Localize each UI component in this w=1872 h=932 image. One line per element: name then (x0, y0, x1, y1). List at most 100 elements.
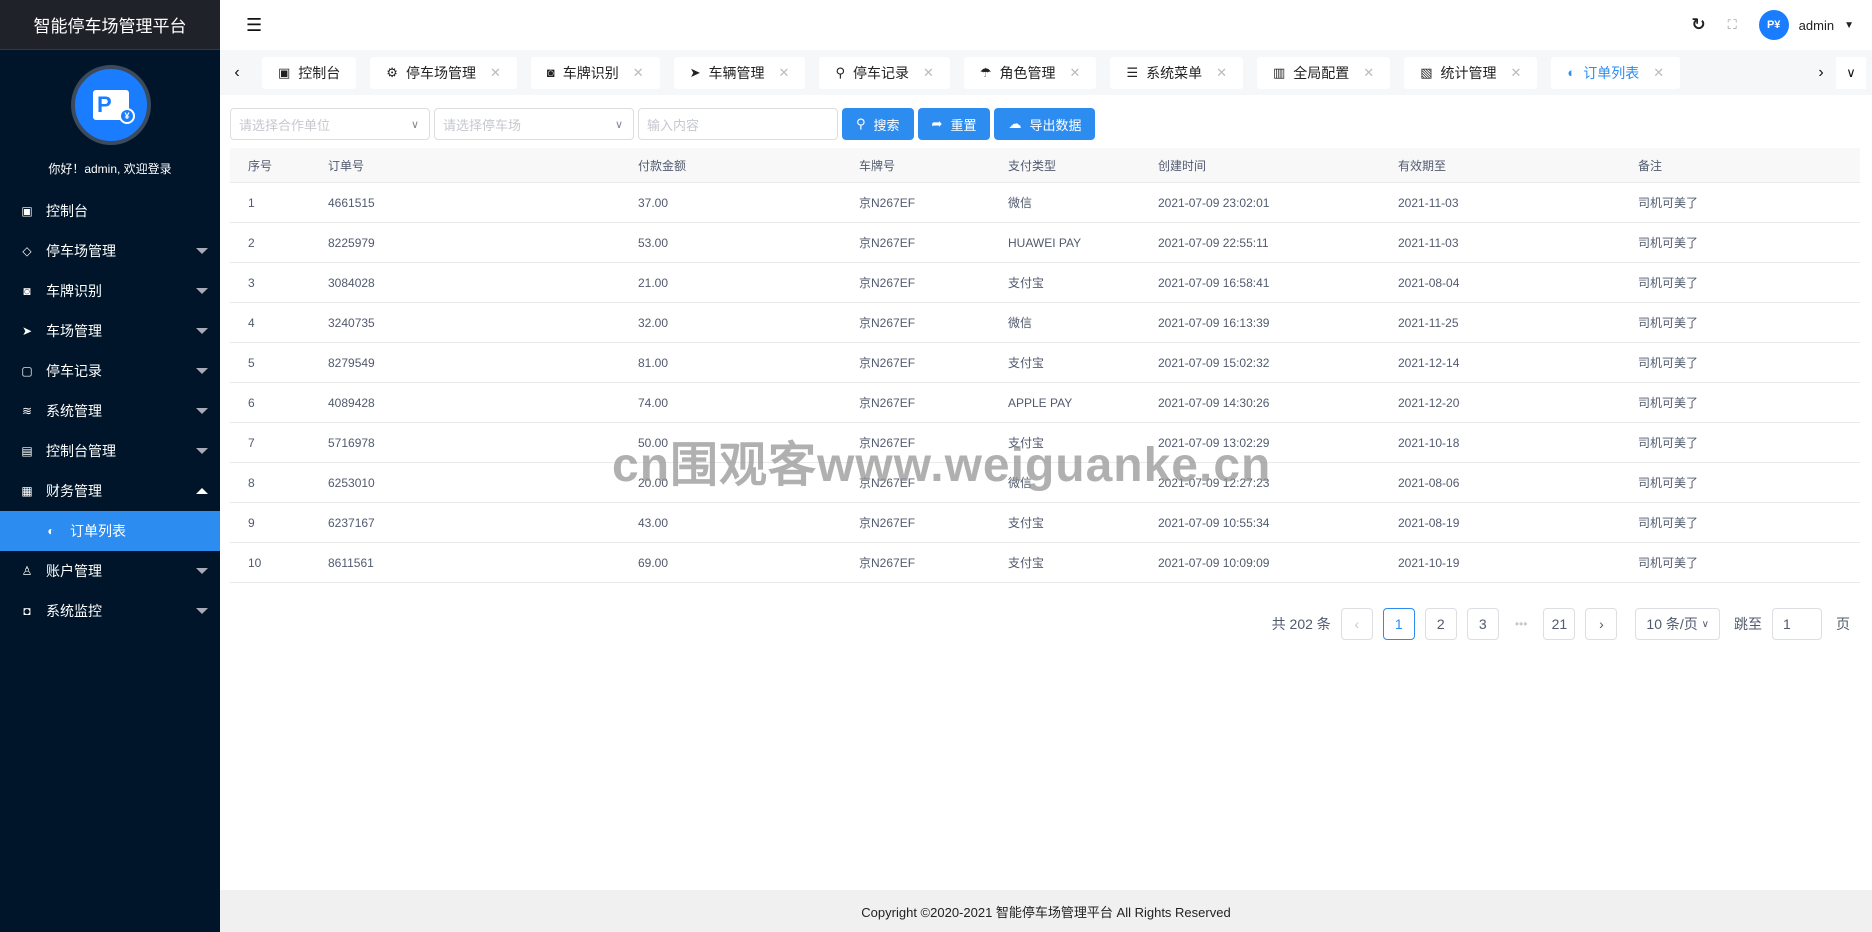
close-icon[interactable]: ✕ (1216, 65, 1227, 81)
partner-select[interactable]: 请选择合作单位 ∨ (230, 108, 430, 140)
search-button[interactable]: ⚲ 搜索 (842, 108, 914, 140)
fullscreen-icon[interactable]: ⛶ (1728, 17, 1737, 33)
tab-label: 停车记录 (852, 64, 909, 81)
export-button[interactable]: ☁ 导出数据 (994, 108, 1096, 140)
filter-bar: 请选择合作单位 ∨ 请选择停车场 ∨ 输入内容 ⚲ 搜索 ➦ 重置 ☁ 导出数据 (230, 108, 1096, 140)
sidebar-item-2[interactable]: ◙ 车牌识别 (0, 271, 220, 311)
cloud-upload-icon: ☁ (1008, 116, 1022, 131)
monitor-icon: ▣ (278, 64, 291, 80)
page-size-value: 10 条/页 (1646, 616, 1698, 632)
table-row[interactable]: 10 8611561 69.00 京N267EF 支付宝 2021-07-09 10:09… (230, 543, 1860, 583)
close-icon[interactable]: ✕ (1363, 65, 1374, 81)
more-pages[interactable]: ••• (1509, 617, 1534, 631)
sidebar-item-4[interactable]: ▢ 停车记录 (0, 351, 220, 391)
close-icon[interactable]: ✕ (779, 65, 790, 81)
tab-4[interactable]: ⚲ 停车记录 ✕ (819, 56, 950, 89)
search-icon: ⚲ (856, 116, 866, 131)
tab-8[interactable]: ▧ 统计管理 ✕ (1404, 56, 1538, 89)
total-count: 共 202 条 (1271, 616, 1331, 632)
table-cell: 6 (248, 395, 255, 410)
table-cell: 5716978 (328, 435, 375, 450)
table-cell: 微信 (1008, 316, 1033, 330)
table-row[interactable]: 8 6253010 20.00 京N267EF 微信 2021-07-09 12:27:2… (230, 463, 1860, 503)
next-page-button[interactable]: › (1585, 608, 1618, 640)
tabs-dropdown-icon[interactable]: ∨ (1836, 56, 1866, 89)
table-row[interactable]: 4 3240735 32.00 京N267EF 微信 2021-07-09 16:13:3… (230, 303, 1860, 343)
table-row[interactable]: 5 8279549 81.00 京N267EF 支付宝 2021-07-09 15:02:… (230, 343, 1860, 383)
table-cell: 2021-11-25 (1398, 315, 1459, 330)
tab-3[interactable]: ➤ 车辆管理 ✕ (673, 56, 806, 89)
prev-page-button[interactable]: ‹ (1340, 608, 1373, 640)
tab-6[interactable]: ☰ 系统菜单 ✕ (1110, 56, 1243, 89)
sidebar-item-6[interactable]: ▤ 控制台管理 (0, 431, 220, 471)
gear-icon: ⚙ (386, 64, 398, 80)
sidebar-item-1[interactable]: ◇ 停车场管理 (0, 231, 220, 271)
collapse-menu-icon[interactable]: ☰ (246, 15, 262, 36)
page-2[interactable]: 2 (1424, 608, 1457, 640)
sidebar-item-10[interactable]: ◘ 系统监控 (0, 591, 220, 631)
table-row[interactable]: 2 8225979 53.00 京N267EF HUAWEI PAY 2021-07-09… (230, 223, 1860, 263)
top-header: ☰ ↻ ⛶ P¥ admin ▼ (220, 0, 1872, 50)
close-icon[interactable]: ✕ (490, 65, 501, 81)
close-icon[interactable]: ✕ (633, 65, 644, 81)
sidebar-item-0[interactable]: ▣ 控制台 (0, 191, 220, 231)
column-header: 车牌号 (859, 158, 896, 173)
column-header: 备注 (1638, 158, 1663, 173)
chevron-down-icon: ∨ (614, 118, 623, 131)
table-cell: 2021-08-04 (1398, 275, 1460, 290)
table-cell: 司机可美了 (1638, 236, 1699, 250)
note-icon: ▢ (21, 364, 33, 378)
page-last[interactable]: 21 (1543, 608, 1576, 640)
sidebar-item-9[interactable]: ♙ 账户管理 (0, 551, 220, 591)
table-cell: 8279549 (328, 355, 375, 370)
tab-9[interactable]: ◐ 订单列表 ✕ (1551, 56, 1681, 89)
table-cell: 2021-12-20 (1398, 395, 1460, 410)
table-cell: 司机可美了 (1638, 476, 1699, 490)
keyword-input[interactable]: 输入内容 (638, 108, 838, 140)
tabs-scroll-left-icon[interactable]: ‹ (222, 64, 252, 82)
caret-down-icon (196, 608, 208, 614)
close-icon[interactable]: ✕ (1511, 65, 1522, 81)
table-cell: 司机可美了 (1638, 356, 1699, 370)
table-cell: 4661515 (328, 195, 375, 210)
table-row[interactable]: 7 5716978 50.00 京N267EF 支付宝 2021-07-09 13:02:… (230, 423, 1860, 463)
caret-down-icon (196, 408, 208, 414)
tab-7[interactable]: ▥ 全局配置 ✕ (1257, 56, 1391, 89)
user-menu[interactable]: P¥ admin ▼ (1758, 10, 1854, 40)
tab-label: 系统菜单 (1146, 64, 1203, 81)
jump-input[interactable]: 1 (1772, 608, 1822, 640)
sidebar-item-label: 控制台 (46, 203, 88, 219)
close-icon[interactable]: ✕ (1070, 65, 1081, 81)
sidebar-item-5[interactable]: ≋ 系统管理 (0, 391, 220, 431)
tab-5[interactable]: ☂ 角色管理 ✕ (963, 56, 1097, 89)
sidebar-item-label: 系统监控 (46, 603, 102, 619)
page-3[interactable]: 3 (1466, 608, 1499, 640)
close-icon[interactable]: ✕ (923, 65, 934, 81)
table-row[interactable]: 9 6237167 43.00 京N267EF 支付宝 2021-07-09 10:55:… (230, 503, 1860, 543)
refresh-icon[interactable]: ↻ (1691, 15, 1705, 35)
page-size-select[interactable]: 10 条/页 ∨ (1635, 608, 1720, 640)
close-icon[interactable]: ✕ (1653, 65, 1664, 81)
reset-button[interactable]: ➦ 重置 (917, 108, 991, 140)
tab-1[interactable]: ⚙ 停车场管理 ✕ (370, 56, 517, 89)
table-cell: 3 (248, 275, 255, 290)
table-cell: 6253010 (328, 475, 375, 490)
page-1[interactable]: 1 (1382, 608, 1415, 640)
table-row[interactable]: 1 4661515 37.00 京N267EF 微信 2021-07-09 23:02:0… (230, 183, 1860, 223)
sidebar-item-8[interactable]: ◐ 订单列表 (0, 511, 220, 551)
parking-lot-select[interactable]: 请选择停车场 ∨ (434, 108, 634, 140)
table-row[interactable]: 6 4089428 74.00 京N267EF APPLE PAY 2021-07-09 … (230, 383, 1860, 423)
tab-2[interactable]: ◙ 车牌识别 ✕ (530, 56, 660, 89)
table-row[interactable]: 3 3084028 21.00 京N267EF 支付宝 2021-07-09 16:58:… (230, 263, 1860, 303)
caret-down-icon (196, 568, 208, 574)
sidebar-item-7[interactable]: ▦ 财务管理 (0, 471, 220, 511)
table-cell: 2021-07-09 10:09:09 (1158, 555, 1270, 570)
tabs-scroll-right-icon[interactable]: › (1806, 64, 1836, 82)
table-cell: 4089428 (328, 395, 375, 410)
sidebar-item-3[interactable]: ➤ 车场管理 (0, 311, 220, 351)
paper-plane-icon: ➤ (689, 64, 701, 80)
table-cell: 2021-07-09 23:02:01 (1158, 195, 1270, 210)
table-cell: 司机可美了 (1638, 196, 1699, 210)
table-cell: 2021-07-09 14:30:26 (1158, 395, 1270, 410)
tab-0[interactable]: ▣ 控制台 (262, 56, 357, 89)
